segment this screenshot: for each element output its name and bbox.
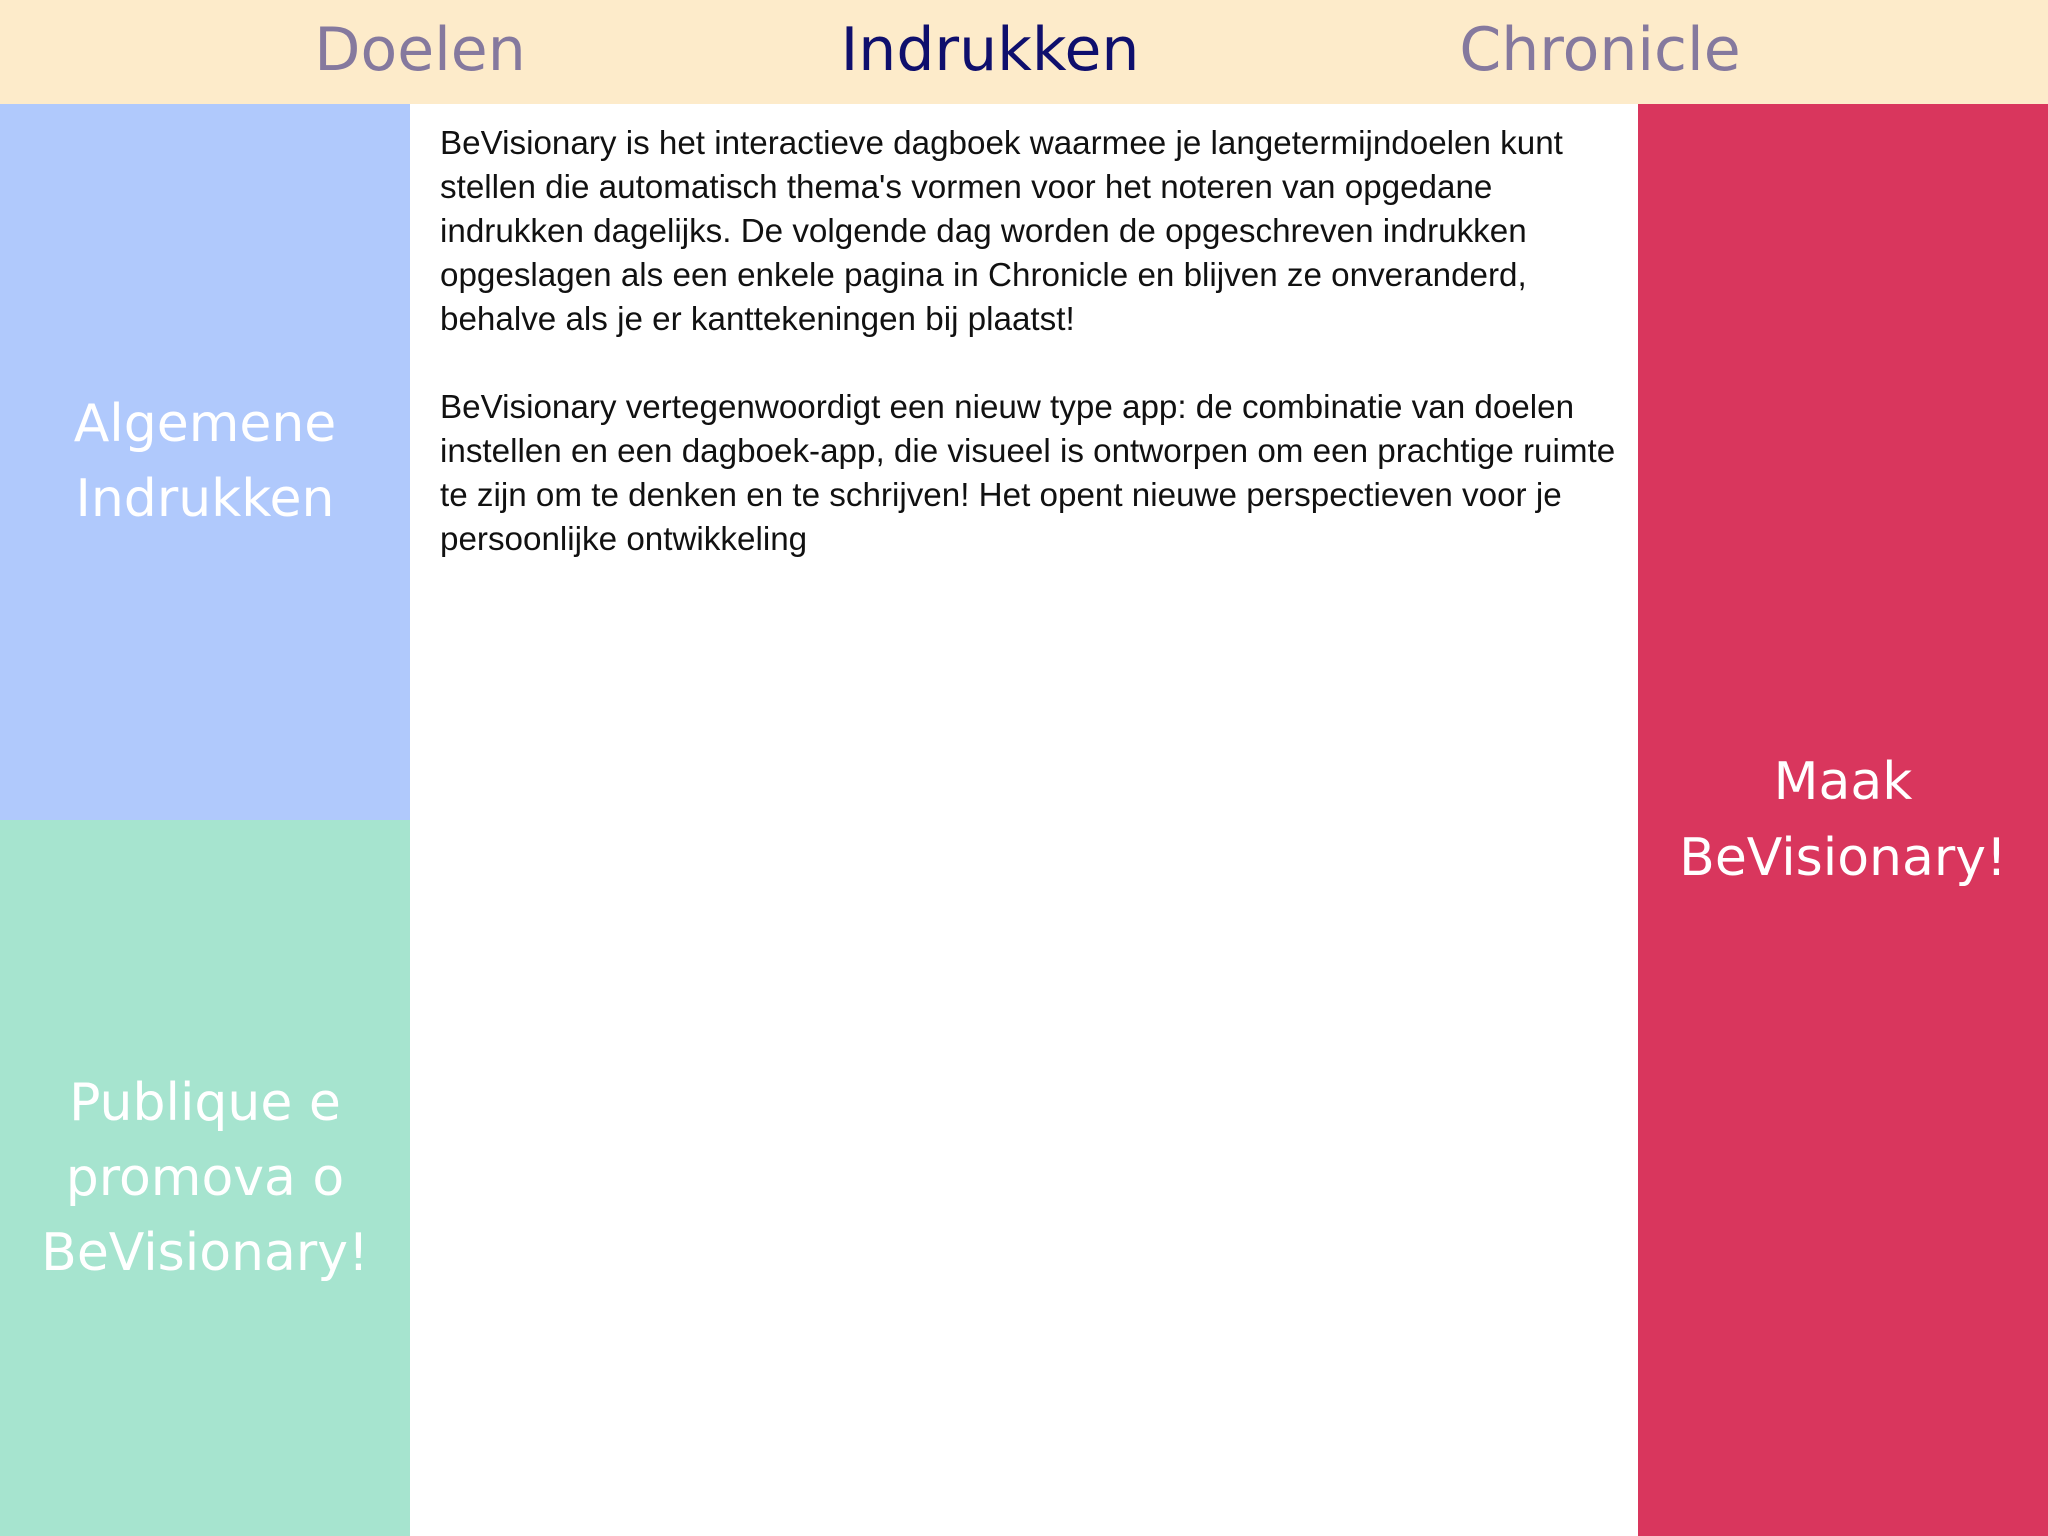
app-screen: Doelen Indrukken Chronicle Algemene Indr… [0, 0, 2048, 1536]
publish-promote-button[interactable]: Publique e promova o BeVisionary! [0, 820, 410, 1536]
description-paragraph-1: BeVisionary is het interactieve dagboek … [440, 125, 1563, 338]
tab-indrukken[interactable]: Indrukken [800, 0, 1180, 104]
tab-doelen[interactable]: Doelen [240, 0, 600, 104]
description-text: BeVisionary is het interactieve dagboek … [440, 122, 1625, 606]
description-paragraph-2: BeVisionary vertegenwoordigt een nieuw t… [440, 389, 1616, 558]
tab-chronicle[interactable]: Chronicle [1410, 0, 1790, 104]
impressions-content: BeVisionary is het interactieve dagboek … [410, 104, 1638, 1536]
general-impressions-label: Algemene Indrukken [73, 394, 337, 529]
general-impressions-button[interactable]: Algemene Indrukken [0, 104, 410, 820]
make-bevisionary-label: Maak BeVisionary! [1679, 752, 2007, 888]
tab-bar: Doelen Indrukken Chronicle [0, 0, 2048, 104]
make-bevisionary-button[interactable]: Maak BeVisionary! [1638, 104, 2048, 1536]
publish-promote-label: Publique e promova o BeVisionary! [41, 1072, 369, 1283]
